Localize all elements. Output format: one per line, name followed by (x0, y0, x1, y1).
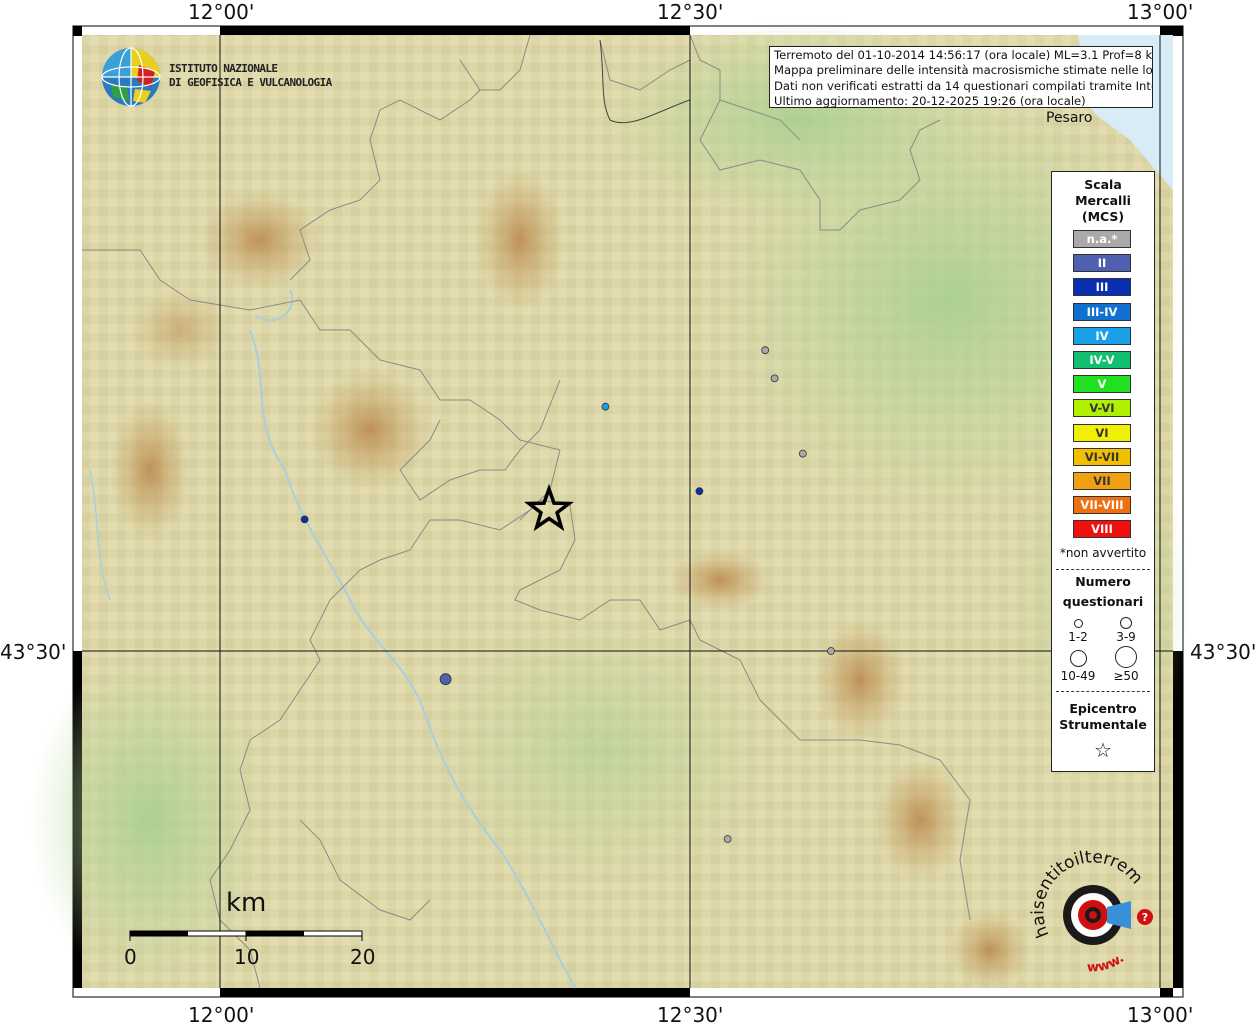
mcs-level-1: II (1073, 254, 1131, 273)
mcs-level-9: VI-VII (1073, 447, 1131, 466)
scale-tick-0: 0 (124, 945, 137, 969)
size-circle-50-plus (1115, 646, 1137, 668)
legend-title-line3: (MCS) (1081, 209, 1125, 224)
scale-tick-10: 10 (234, 945, 260, 969)
event-info-line3: Dati non verificati estratti da 14 quest… (774, 78, 1153, 93)
axis-top-12-00: 12°00' (188, 0, 255, 24)
mcs-level-0: n.a.* (1073, 230, 1131, 248)
legend-divider-2 (1056, 691, 1150, 692)
intensity-point-4 (723, 835, 732, 843)
mcs-level-8: VI (1073, 423, 1131, 442)
intensity-point-0 (761, 346, 770, 355)
frame-bottom-bar (220, 988, 690, 997)
mcs-level-2: III (1073, 278, 1131, 297)
event-info-box: Terremoto del 01-10-2014 14:56:17 (ora l… (769, 46, 1153, 108)
intensity-point-1 (770, 374, 779, 383)
size-label-1-2: 1-2 (1068, 630, 1088, 644)
frame-top-bar (220, 26, 690, 35)
mcs-level-6: V (1073, 375, 1131, 394)
mcs-level-12: VIII (1073, 520, 1131, 539)
intensity-point-2 (798, 449, 807, 458)
ingv-logo-line1: ISTITUTO NAZIONALE (169, 62, 278, 75)
axis-right-43-30: 43°30' (1190, 640, 1255, 664)
mcs-level-11: VII-VIII (1073, 496, 1131, 515)
event-info-line2: Mappa preliminare delle intensità macros… (774, 63, 1153, 78)
scale-unit-label: km (226, 888, 267, 918)
city-label-pesaro: Pesaro (1046, 110, 1093, 126)
intensity-point-8 (439, 673, 452, 686)
mcs-level-5: IV-V (1073, 351, 1131, 369)
size-label-10-49: 10-49 (1060, 669, 1096, 683)
ingv-logo-text: ISTITUTO NAZIONALE DI GEOFISICA E VULCAN… (169, 62, 332, 90)
size-label-50-plus: ≥50 (1113, 669, 1139, 683)
scale-tick-20: 20 (350, 945, 376, 969)
intensity-point-3 (827, 647, 835, 655)
legend-title-line2: Mercalli (1075, 193, 1131, 208)
size-circle-10-49 (1070, 650, 1087, 667)
axis-top-12-30: 12°30' (657, 0, 724, 24)
legend-title-line1: Scala (1084, 177, 1122, 192)
ingv-globe-icon (101, 47, 161, 107)
event-info-line1: Terremoto del 01-10-2014 14:56:17 (ora l… (774, 48, 1153, 62)
svg-text:?: ? (1142, 911, 1148, 924)
axis-bottom-12-30: 12°30' (657, 1003, 724, 1027)
mcs-level-7: V-VI (1073, 399, 1131, 418)
epicenter-title-line2: Strumentale (1059, 717, 1147, 732)
axis-bottom-12-00: 12°00' (188, 1003, 255, 1027)
axis-top-13-00: 13°00' (1127, 0, 1194, 24)
mcs-level-10: VII (1073, 472, 1131, 490)
size-label-3-9: 3-9 (1116, 630, 1136, 644)
size-circle-1-2 (1074, 619, 1083, 628)
questionnaire-title-line1: Numero (1075, 574, 1131, 589)
intensity-point-5 (601, 402, 610, 411)
size-circle-3-9 (1120, 617, 1132, 629)
axis-left-43-30: 43°30' (0, 640, 67, 664)
mcs-level-4: IV (1073, 326, 1131, 345)
epicenter-title-line1: Epicentro (1069, 701, 1137, 716)
axis-bottom-13-00: 13°00' (1127, 1003, 1194, 1027)
intensity-point-7 (300, 515, 309, 524)
mcs-level-3: III-IV (1073, 302, 1131, 321)
legend-divider-1 (1056, 569, 1150, 570)
legend-note: *non avvertito (1059, 546, 1147, 560)
event-info-line4: Ultimo aggiornamento: 20-12-2025 19:26 (… (774, 93, 1086, 108)
questionnaire-title-line2: questionari (1062, 594, 1144, 609)
intensity-point-6 (695, 487, 704, 496)
mcs-legend: Scala Mercalli (MCS) n.a.* II III III-IV IV I… (1051, 171, 1155, 772)
ingv-logo-line2: DI GEOFISICA E VULCANOLOGIA (169, 76, 332, 89)
legend-star-icon: ☆ (1094, 738, 1112, 762)
